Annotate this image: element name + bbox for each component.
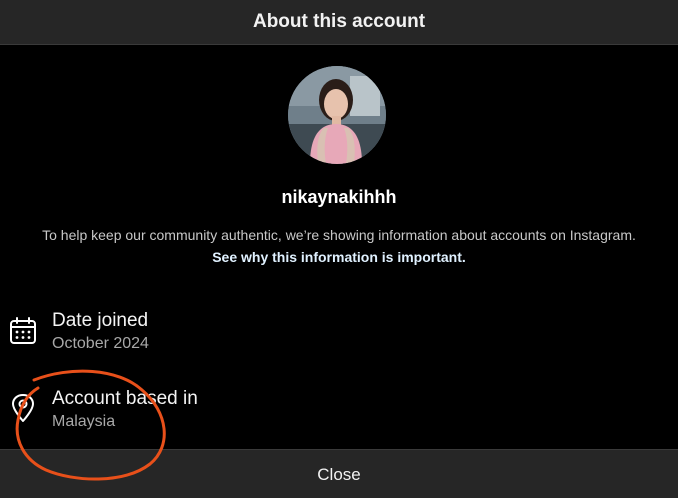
account-based-row: Account based in Malaysia — [0, 388, 400, 438]
dialog-title: About this account — [252, 11, 426, 32]
dialog-header: About this account — [0, 0, 678, 45]
date-joined-label: Date joined — [52, 310, 149, 331]
date-joined-row: Date joined October 2024 — [0, 310, 400, 360]
username: nikaynakihhh — [281, 187, 397, 207]
info-text: To help keep our community authentic, we… — [42, 227, 636, 243]
close-button-label: Close — [317, 464, 361, 484]
close-button[interactable]: Close — [0, 449, 678, 498]
info-paragraph: To help keep our community authentic, we… — [40, 224, 638, 268]
account-based-value: Malaysia — [52, 413, 116, 430]
about-account-dialog: About this account nikaynakihhh To help … — [0, 0, 678, 498]
avatar — [288, 66, 386, 164]
account-based-label: Account based in — [52, 388, 198, 409]
date-joined-value: October 2024 — [52, 335, 149, 352]
why-info-important-link[interactable]: See why this information is important. — [212, 249, 466, 265]
location-pin-icon — [12, 394, 34, 422]
calendar-icon — [10, 317, 36, 344]
